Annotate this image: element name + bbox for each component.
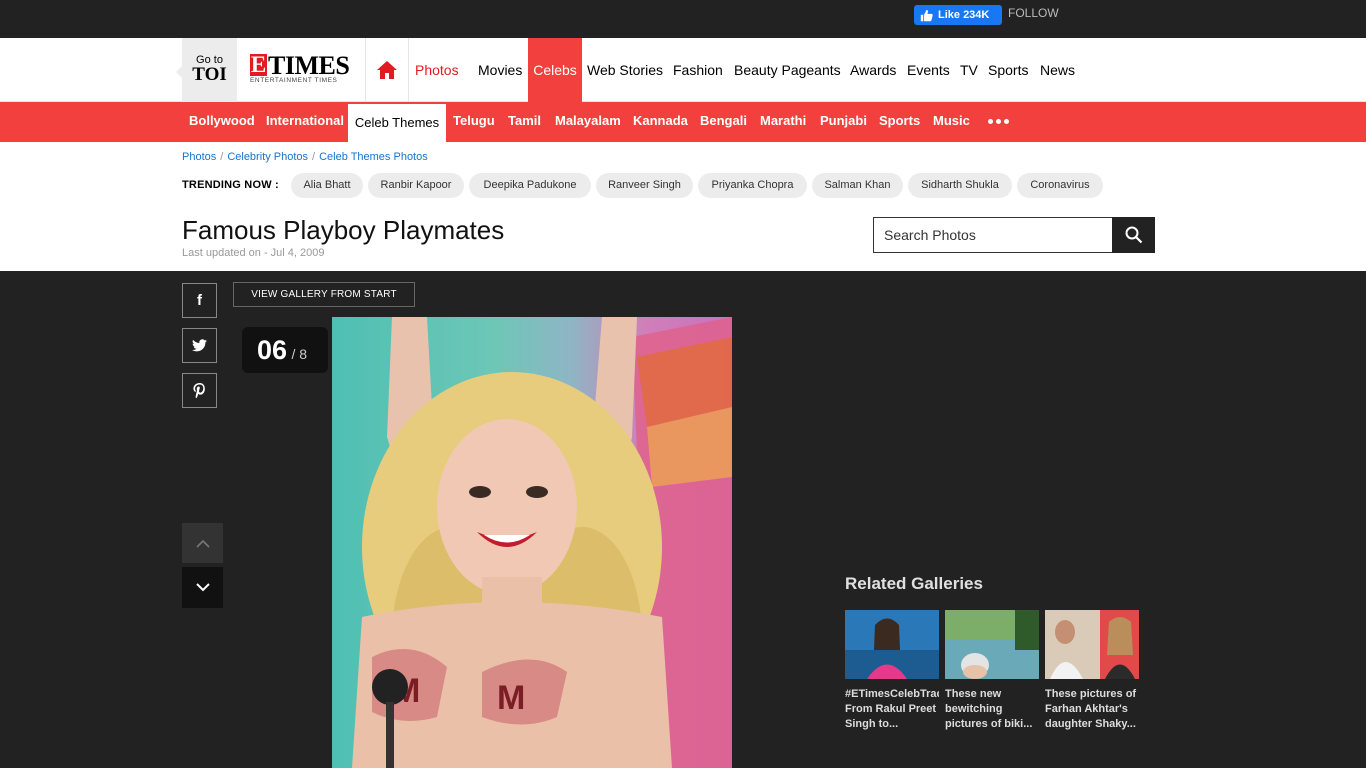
facebook-icon: f	[197, 292, 202, 309]
facebook-like-button[interactable]: Like 234K	[914, 5, 1002, 25]
main-nav: Go to TOI E TIMES ENTERTAINMENT TIMES Ph…	[0, 38, 1366, 102]
nav-news[interactable]: News	[1040, 38, 1075, 102]
nav-events[interactable]: Events	[907, 38, 950, 102]
trending-pill[interactable]: Deepika Padukone	[469, 173, 591, 198]
goto-toi-button[interactable]: Go to TOI	[176, 38, 237, 102]
related-thumbnail-image	[945, 610, 1039, 679]
nav-web-stories[interactable]: Web Stories	[587, 38, 663, 102]
related-gallery-thumbnail[interactable]	[945, 610, 1039, 679]
nav-photos[interactable]: Photos	[415, 38, 459, 102]
twitter-share-button[interactable]	[182, 328, 217, 363]
trending-pill[interactable]: Priyanka Chopra	[698, 173, 807, 198]
nav-tv[interactable]: TV	[960, 38, 978, 102]
thumbs-up-icon	[920, 9, 933, 21]
goto-arrow	[176, 66, 182, 78]
related-gallery-caption[interactable]: These new bewitching pictures of biki...	[945, 687, 1039, 732]
breadcrumb-celebrity-photos[interactable]: Celebrity Photos	[227, 151, 308, 163]
subnav-international[interactable]: International	[266, 102, 344, 142]
subnav-bengali[interactable]: Bengali	[700, 102, 747, 142]
svg-text:M: M	[497, 679, 525, 717]
nav-divider	[408, 38, 409, 102]
subnav-malayalam[interactable]: Malayalam	[555, 102, 621, 142]
trending-label: TRENDING NOW :	[182, 179, 279, 191]
follow-link[interactable]: FOLLOW	[1008, 6, 1059, 20]
search-button[interactable]	[1112, 217, 1155, 253]
subnav-sports[interactable]: Sports	[879, 102, 920, 142]
subnav-kannada[interactable]: Kannada	[633, 102, 688, 142]
subnav-music[interactable]: Music	[933, 102, 970, 142]
search-icon	[1125, 226, 1142, 244]
subnav-bollywood[interactable]: Bollywood	[189, 102, 255, 142]
trending-pill[interactable]: Sidharth Shukla	[908, 173, 1012, 198]
nav-celebs[interactable]: Celebs	[528, 38, 582, 102]
subnav-tamil[interactable]: Tamil	[508, 102, 541, 142]
pinterest-icon	[193, 383, 205, 398]
subnav-telugu[interactable]: Telugu	[453, 102, 495, 142]
related-thumbnail-image	[1045, 610, 1139, 679]
nav-beauty-pageants[interactable]: Beauty Pageants	[734, 38, 841, 102]
current-slide: 06	[257, 335, 288, 365]
toi-label: TOI	[192, 64, 227, 85]
like-count: Like 234K	[938, 9, 990, 21]
chevron-down-icon	[195, 583, 210, 592]
subnav-punjabi[interactable]: Punjabi	[820, 102, 867, 142]
page-title: Famous Playboy Playmates	[182, 215, 505, 245]
pinterest-share-button[interactable]	[182, 373, 217, 408]
view-gallery-from-start-button[interactable]: VIEW GALLERY FROM START	[233, 282, 415, 307]
sub-nav: Bollywood International Celeb Themes Tel…	[0, 102, 1366, 142]
etimes-logo[interactable]: E TIMES ENTERTAINMENT TIMES	[250, 51, 354, 88]
logo-letter: E	[250, 52, 267, 77]
related-gallery-thumbnail[interactable]	[1045, 610, 1139, 679]
related-galleries-title: Related Galleries	[845, 574, 983, 593]
more-menu-icon[interactable]	[988, 119, 1009, 124]
breadcrumb: Photos / Celebrity Photos / Celeb Themes Pho…	[182, 151, 428, 163]
search-input[interactable]: Search Photos	[873, 217, 1113, 253]
last-updated: Last updated on - Jul 4, 2009	[182, 247, 325, 259]
facebook-share-button[interactable]: f	[182, 283, 217, 318]
top-bar: Like 234K FOLLOW	[0, 0, 1366, 38]
next-slide-button[interactable]	[182, 567, 223, 608]
home-button[interactable]	[366, 38, 408, 102]
gallery-photo-illustration: M M	[352, 317, 732, 768]
gallery-photo[interactable]: M M	[332, 317, 732, 768]
slide-counter: 06 / 8	[242, 327, 328, 373]
total-slides: / 8	[291, 346, 308, 362]
nav-fashion[interactable]: Fashion	[673, 38, 723, 102]
home-icon	[377, 61, 397, 79]
logo-subtitle: ENTERTAINMENT TIMES	[250, 77, 338, 84]
breadcrumb-celeb-themes-photos[interactable]: Celeb Themes Photos	[319, 151, 428, 163]
related-gallery-caption[interactable]: These pictures of Farhan Akhtar's daught…	[1045, 687, 1139, 732]
trending-pill[interactable]: Coronavirus	[1017, 173, 1103, 198]
nav-awards[interactable]: Awards	[850, 38, 896, 102]
breadcrumb-photos[interactable]: Photos	[182, 151, 216, 163]
related-thumbnail-image	[845, 610, 939, 679]
twitter-icon	[192, 339, 207, 352]
related-gallery-caption[interactable]: #ETimesCelebTracker: From Rakul Preet Si…	[845, 687, 939, 732]
chevron-up-icon	[195, 539, 210, 548]
related-gallery-thumbnail[interactable]	[845, 610, 939, 679]
previous-slide-button[interactable]	[182, 523, 223, 563]
subnav-marathi[interactable]: Marathi	[760, 102, 806, 142]
nav-movies[interactable]: Movies	[478, 38, 522, 102]
trending-pill[interactable]: Alia Bhatt	[291, 173, 363, 198]
subnav-celeb-themes[interactable]: Celeb Themes	[348, 104, 446, 142]
trending-pill[interactable]: Ranbir Kapoor	[368, 173, 464, 198]
nav-sports[interactable]: Sports	[988, 38, 1028, 102]
trending-pill[interactable]: Ranveer Singh	[596, 173, 693, 198]
trending-pill[interactable]: Salman Khan	[812, 173, 903, 198]
